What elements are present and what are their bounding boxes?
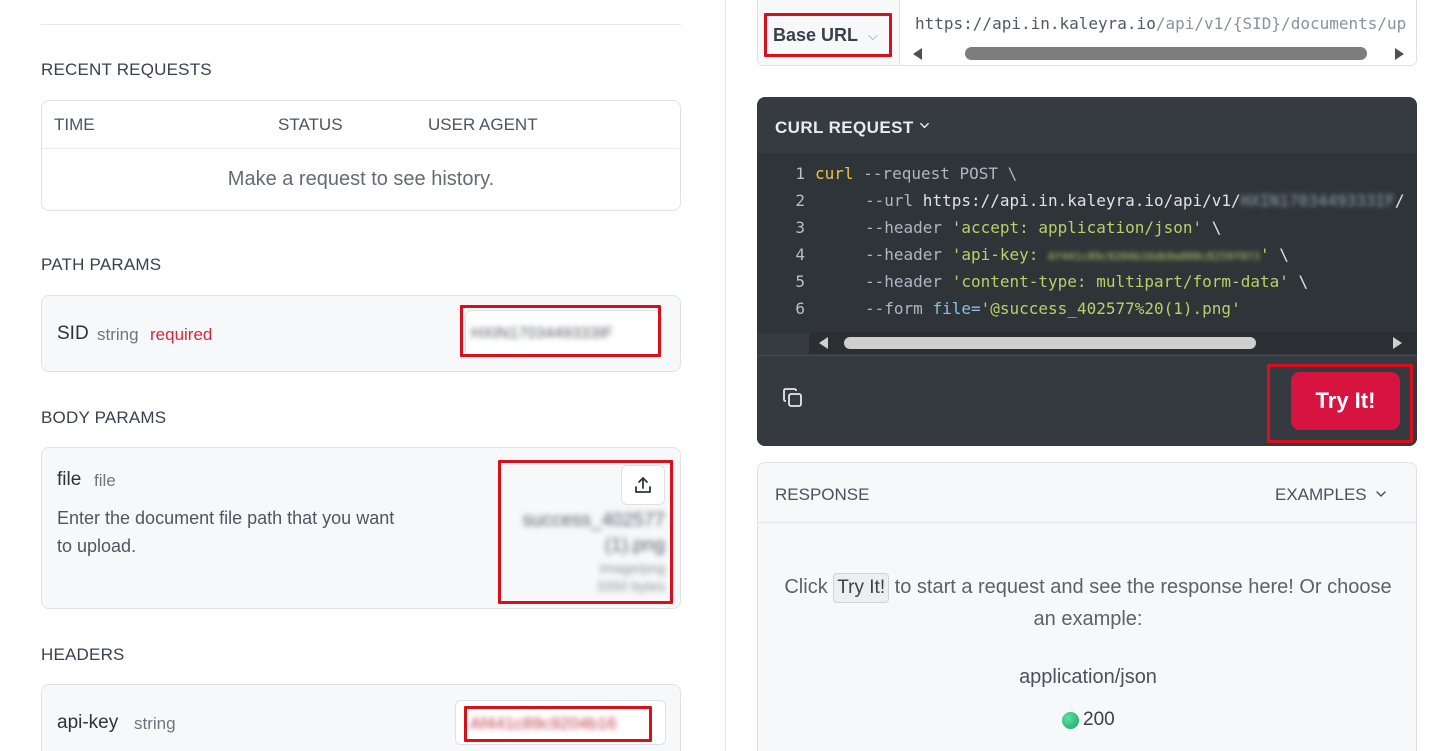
sid-param-name: SID <box>57 323 89 344</box>
scroll-left-arrow-icon[interactable] <box>913 48 922 60</box>
response-card: RESPONSE EXAMPLES Click Try It! to start… <box>757 462 1417 751</box>
chevron-down-icon[interactable] <box>1375 488 1387 500</box>
divider <box>41 24 681 25</box>
response-title: RESPONSE <box>775 485 870 504</box>
code-flag: --header <box>865 245 943 264</box>
sid-param-card: SID string required HXIN1703449333IF <box>41 295 681 372</box>
code-block: 1 curl --request POST \ 2 --url https://… <box>757 153 1417 333</box>
api-key-input-value: Af441c89c9204b16 <box>470 714 617 733</box>
recent-requests-table: TIME STATUS USER AGENT Make a request to… <box>41 100 681 211</box>
examples-dropdown[interactable]: EXAMPLES <box>1275 485 1367 505</box>
try-it-inline-label: Try It! <box>833 573 890 603</box>
code-string: 'accept: application/json' <box>951 218 1203 237</box>
sid-required-label: required <box>150 325 213 344</box>
path-params-title: PATH PARAMS <box>41 255 162 274</box>
api-key-param-name: api-key <box>57 712 119 733</box>
example-status-code[interactable]: 200 <box>1083 709 1115 731</box>
selected-file-name: success_402577 <box>522 510 665 531</box>
code-command: curl <box>815 164 854 183</box>
code-string: 'api-key: <box>951 245 1049 264</box>
line-number: 6 <box>795 299 805 318</box>
scroll-right-arrow-icon[interactable] <box>1395 48 1404 60</box>
response-header: RESPONSE EXAMPLES <box>758 463 1416 523</box>
chevron-down-icon: ⌵ <box>868 28 878 43</box>
selected-file-size: 3350 bytes <box>596 578 666 594</box>
code-scrollbar-thumb[interactable] <box>844 337 1256 349</box>
right-panel: Base URL ⌵ https://api.in.kaleyra.io/api… <box>727 0 1452 751</box>
code-flag: --header <box>865 218 943 237</box>
response-message-text: Click <box>784 576 834 598</box>
scroll-right-arrow-icon[interactable] <box>1393 337 1402 349</box>
line-number: 1 <box>795 164 805 183</box>
api-key-param-card: api-key string Af441c89c9204b16 <box>41 684 681 751</box>
code-text: / <box>1394 191 1405 210</box>
body-params-title: BODY PARAMS <box>41 408 167 427</box>
sid-input[interactable]: HXIN1703449333IF <box>465 310 660 356</box>
column-status: STATUS <box>278 115 343 134</box>
left-panel: RECENT REQUESTS TIME STATUS USER AGENT M… <box>0 0 726 751</box>
code-text: \ <box>1269 245 1289 264</box>
code-flag: --url <box>865 191 914 210</box>
base-url-text: https://api.in.kaleyra.io/api/v1/{SID}/d… <box>915 14 1406 33</box>
code-redacted: Af441c89c9204b16db9a000c8259f8f3 <box>1048 250 1260 263</box>
curl-request-card: CURL REQUEST 1 curl --request POST \ 2 -… <box>757 97 1417 446</box>
code-flag: --header <box>865 272 943 291</box>
sid-input-value: HXIN1703449333IF <box>471 325 613 342</box>
response-message-text: to start a request and see the response … <box>889 576 1392 630</box>
base-url-label: Base URL <box>773 25 859 45</box>
line-number: 5 <box>795 272 805 291</box>
selected-file-mime: image/png <box>599 560 665 576</box>
base-url-host: https://api.in.kaleyra.io <box>915 14 1156 33</box>
code-text: https://api.in.kaleyra.io/api/v1/ <box>913 191 1241 210</box>
headers-title: HEADERS <box>41 645 125 664</box>
sid-param-type: string <box>97 325 139 344</box>
line-number: 4 <box>795 245 805 264</box>
response-placeholder-message: Click Try It! to start a request and see… <box>778 571 1398 635</box>
upload-icon <box>635 477 651 493</box>
base-url-select[interactable]: Base URL ⌵ <box>758 0 900 65</box>
selected-file-name-2: (1).png <box>604 535 665 556</box>
code-redacted: HXIN1703449333IF <box>1240 191 1395 210</box>
code-flag: --form <box>865 299 923 318</box>
code-text: --request POST \ <box>853 164 1018 183</box>
status-success-icon <box>1062 712 1079 729</box>
upload-button[interactable] <box>621 465 665 505</box>
base-url-path: /api/v1/{SID}/documents/up <box>1155 14 1407 33</box>
line-number: 3 <box>795 218 805 237</box>
example-content-type: application/json <box>1019 666 1157 688</box>
api-key-input[interactable]: Af441c89c9204b16 <box>455 700 666 745</box>
code-text: \ <box>1202 218 1222 237</box>
file-param-type: file <box>94 471 116 490</box>
file-param-name: file <box>57 469 82 490</box>
recent-requests-title: RECENT REQUESTS <box>41 60 212 79</box>
column-user-agent: USER AGENT <box>428 115 538 134</box>
scroll-left-arrow-icon[interactable] <box>819 337 828 349</box>
code-string: '@success_402577%20(1).png' <box>980 299 1241 318</box>
base-url-bar: Base URL ⌵ https://api.in.kaleyra.io/api… <box>757 0 1417 66</box>
column-time: TIME <box>54 115 95 134</box>
curl-request-title[interactable]: CURL REQUEST <box>775 118 914 138</box>
code-text: \ <box>1288 272 1309 291</box>
file-param-description: Enter the document file path that you wa… <box>57 508 395 556</box>
table-header: TIME STATUS USER AGENT <box>42 101 680 149</box>
url-scrollbar-thumb[interactable] <box>965 47 1367 60</box>
history-empty-message: Make a request to see history. <box>227 168 495 190</box>
copy-icon[interactable] <box>781 386 805 410</box>
chevron-down-icon[interactable] <box>919 120 930 131</box>
code-attr: file= <box>932 299 981 318</box>
line-number: 2 <box>795 191 805 210</box>
try-it-button[interactable]: Try It! <box>1291 372 1400 430</box>
code-string: 'content-type: multipart/form-data' <box>951 272 1289 291</box>
file-param-card: file file Enter the document file path t… <box>41 447 681 609</box>
api-key-param-type: string <box>134 714 176 733</box>
code-string: ' <box>1259 245 1270 264</box>
